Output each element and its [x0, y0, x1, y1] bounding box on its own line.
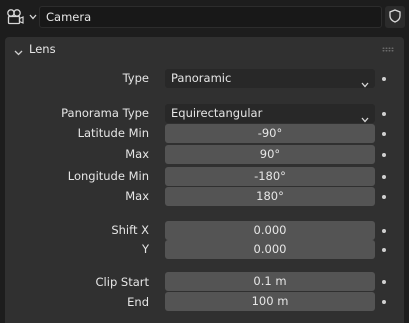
keyframe-dot-icon[interactable]: [382, 175, 386, 179]
grip-dots-icon[interactable]: [382, 47, 394, 52]
panorama-type-value: Equirectangular: [171, 106, 263, 120]
shift-x-label: Shift X: [111, 223, 149, 237]
shift-x-field[interactable]: 0.000: [165, 221, 375, 240]
shift-y-label: Y: [141, 242, 149, 256]
properties-header: Camera: [0, 0, 409, 34]
object-name-field[interactable]: Camera: [39, 6, 382, 28]
collapse-chevron-icon[interactable]: [14, 45, 23, 59]
keyframe-dot-icon[interactable]: [382, 132, 386, 136]
panel-title: Lens: [29, 42, 56, 56]
lens-panel-header[interactable]: Lens: [5, 37, 404, 61]
panorama-type-label: Panorama Type: [61, 106, 149, 120]
chevron-down-icon: [29, 14, 37, 20]
latitude-max-field[interactable]: 90°: [165, 145, 375, 164]
keyframe-dot-icon[interactable]: [382, 248, 386, 252]
panorama-type-dropdown[interactable]: Equirectangular: [165, 104, 375, 123]
camera-data-icon: [6, 8, 28, 26]
lens-type-dropdown[interactable]: Panoramic: [165, 69, 375, 88]
longitude-max-field[interactable]: 180°: [165, 187, 375, 206]
longitude-min-label: Longitude Min: [67, 169, 149, 183]
longitude-min-field[interactable]: -180°: [165, 167, 375, 186]
lens-panel: Lens Type Panoramic Panorama Type Equire…: [5, 37, 404, 323]
keyframe-dot-icon[interactable]: [382, 300, 386, 304]
keyframe-dot-icon[interactable]: [382, 229, 386, 233]
latitude-min-label: Latitude Min: [77, 126, 149, 140]
pin-button[interactable]: [385, 6, 405, 28]
latitude-min-field[interactable]: -90°: [165, 124, 375, 143]
clip-start-label: Clip Start: [95, 275, 149, 289]
keyframe-dot-icon[interactable]: [382, 77, 386, 81]
keyframe-dot-icon[interactable]: [382, 153, 386, 157]
keyframe-dot-icon[interactable]: [382, 195, 386, 199]
clip-end-label: End: [127, 295, 149, 309]
lens-type-value: Panoramic: [171, 71, 232, 85]
clip-end-field[interactable]: 100 m: [165, 292, 375, 311]
keyframe-dot-icon[interactable]: [382, 112, 386, 116]
object-type-selector[interactable]: [6, 7, 38, 27]
chevron-down-icon: [361, 75, 369, 94]
latitude-max-label: Max: [125, 147, 149, 161]
longitude-max-label: Max: [125, 189, 149, 203]
shift-y-field[interactable]: 0.000: [165, 240, 375, 259]
type-label: Type: [122, 71, 149, 85]
keyframe-dot-icon[interactable]: [382, 280, 386, 284]
shield-icon: [389, 8, 401, 26]
clip-start-field[interactable]: 0.1 m: [165, 272, 375, 291]
